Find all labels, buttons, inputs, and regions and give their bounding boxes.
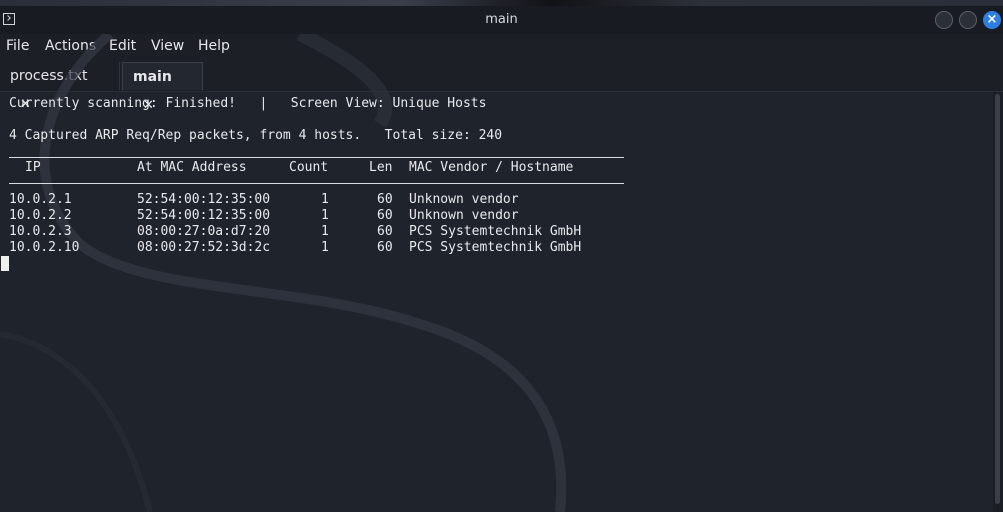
minimize-button[interactable] xyxy=(935,11,953,29)
tab-label: main xyxy=(133,69,172,85)
row-len: 60 xyxy=(377,240,393,255)
terminal-output[interactable]: Currently scanning: Finished! | Screen V… xyxy=(0,92,993,512)
row-vendor: Unknown vendor xyxy=(409,208,519,223)
tab-main[interactable]: main ✕ xyxy=(122,62,203,113)
tab-process-txt[interactable]: process.txt ✕ xyxy=(0,62,120,112)
header-ip: IP xyxy=(25,160,41,175)
summary-line: 4 Captured ARP Req/Rep packets, from 4 h… xyxy=(9,128,503,143)
row-ip: 10.0.2.3 xyxy=(9,224,72,239)
row-count: 1 xyxy=(321,224,329,239)
row-vendor: PCS Systemtechnik GmbH xyxy=(409,224,582,239)
close-window-button[interactable]: × xyxy=(983,11,1001,29)
row-mac: 52:54:00:12:35:00 xyxy=(137,208,271,223)
row-ip: 10.0.2.10 xyxy=(9,240,80,255)
row-count: 1 xyxy=(321,208,329,223)
menu-bar: File Actions Edit View Help xyxy=(0,34,1003,60)
menu-actions[interactable]: Actions xyxy=(45,38,96,54)
menu-view[interactable]: View xyxy=(151,38,184,54)
row-mac: 08:00:27:52:3d:2c xyxy=(137,240,271,255)
title-bar[interactable]: main × xyxy=(0,6,1003,34)
text-cursor xyxy=(1,256,9,271)
row-ip: 10.0.2.2 xyxy=(9,208,72,223)
menu-help[interactable]: Help xyxy=(198,38,230,54)
row-mac: 08:00:27:0a:d7:20 xyxy=(137,224,271,239)
row-count: 1 xyxy=(321,240,329,255)
terminal-window: main × File Actions Edit View Help proce… xyxy=(0,0,1003,512)
header-vendor: MAC Vendor / Hostname xyxy=(409,160,574,175)
row-len: 60 xyxy=(377,224,393,239)
menu-file[interactable]: File xyxy=(6,38,29,54)
header-count: Count xyxy=(289,160,329,175)
maximize-button[interactable] xyxy=(959,11,977,29)
header-len: Len xyxy=(369,160,393,175)
window-title: main xyxy=(485,12,518,27)
vertical-scrollbar[interactable] xyxy=(993,92,1003,512)
close-icon: × xyxy=(986,12,998,27)
scrollbar-thumb[interactable] xyxy=(995,94,1000,504)
status-line: Currently scanning: Finished! | Screen V… xyxy=(9,96,487,111)
row-len: 60 xyxy=(377,192,393,207)
row-count: 1 xyxy=(321,192,329,207)
tab-label: process.txt xyxy=(10,68,88,84)
tab-bar: process.txt ✕ main ✕ xyxy=(0,60,1003,113)
menu-edit[interactable]: Edit xyxy=(109,38,136,54)
row-vendor: Unknown vendor xyxy=(409,192,519,207)
row-mac: 52:54:00:12:35:00 xyxy=(137,192,271,207)
header-mac: At MAC Address xyxy=(137,160,247,175)
table-top-rule xyxy=(9,157,624,158)
row-ip: 10.0.2.1 xyxy=(9,192,72,207)
table-header-rule xyxy=(9,183,624,184)
row-vendor: PCS Systemtechnik GmbH xyxy=(409,240,582,255)
row-len: 60 xyxy=(377,208,393,223)
